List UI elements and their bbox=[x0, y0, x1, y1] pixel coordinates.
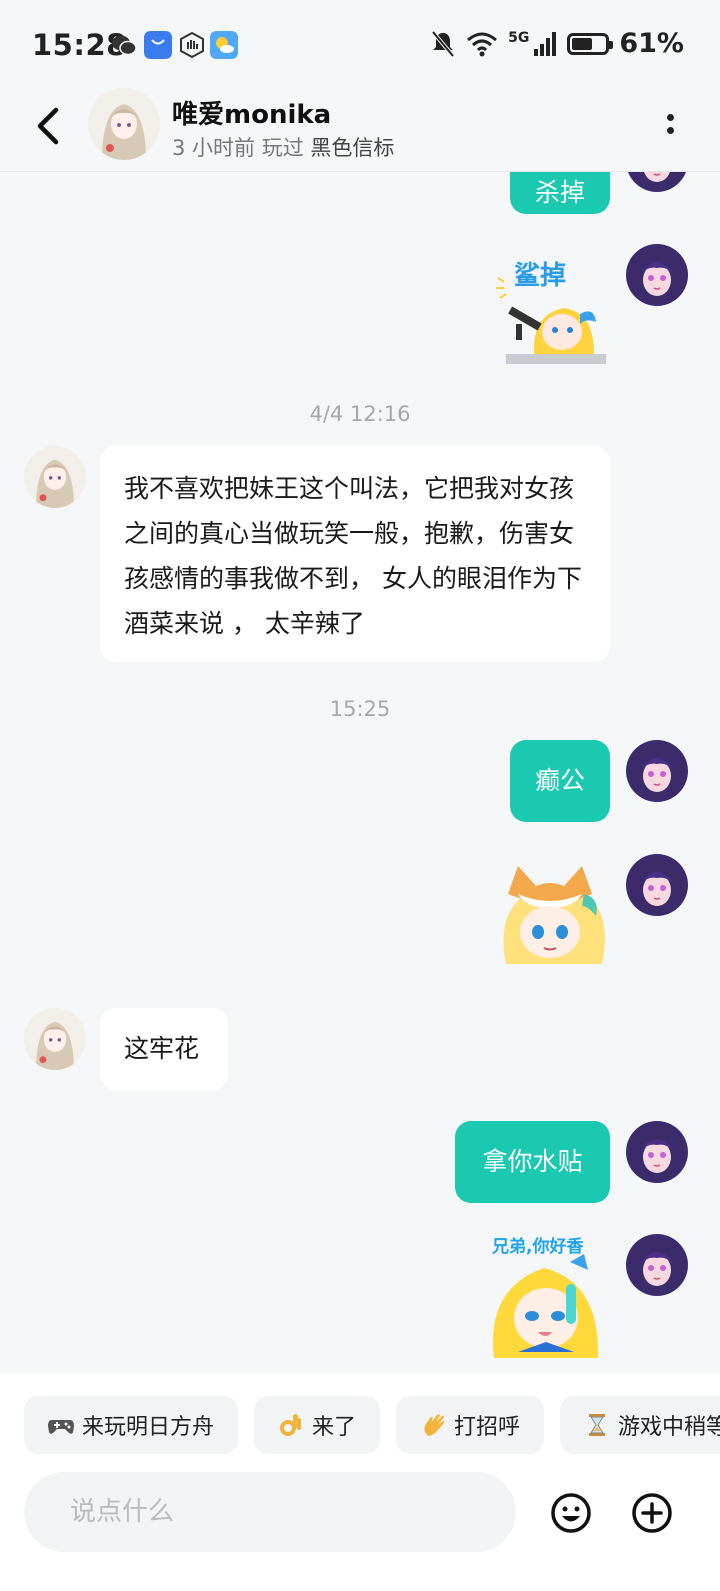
message-input[interactable] bbox=[70, 1497, 470, 1527]
chat-header: 唯爱monika 3 小时前 玩过 黑色信标 bbox=[0, 84, 720, 172]
battery-icon bbox=[567, 32, 614, 55]
contact-avatar[interactable] bbox=[24, 446, 86, 508]
mute-bell-icon bbox=[431, 30, 455, 57]
quick-reply-label: 来玩明日方舟 bbox=[82, 1415, 215, 1440]
dot-icon bbox=[666, 127, 674, 134]
my-avatar[interactable] bbox=[626, 1121, 688, 1183]
gamepad-icon bbox=[48, 1420, 74, 1434]
message-text: 杀掉 bbox=[534, 178, 585, 207]
purple-hair-girl-avatar-icon bbox=[626, 172, 688, 192]
last-played-time: 3 小时前 玩过 bbox=[172, 136, 304, 160]
anime-girl-avatar-icon bbox=[88, 88, 160, 160]
message-text: 拿你水贴 bbox=[482, 1147, 583, 1176]
emoji-icon[interactable] bbox=[550, 1492, 592, 1534]
network-label: 5G bbox=[508, 29, 530, 46]
purple-hair-girl-avatar-icon bbox=[626, 1234, 688, 1296]
contact-name: 唯爱monika bbox=[172, 100, 332, 130]
dot-icon bbox=[666, 114, 674, 121]
my-avatar[interactable] bbox=[626, 172, 688, 192]
quick-reply-label: 游戏中稍等 bbox=[618, 1415, 720, 1440]
weather-icon bbox=[210, 31, 238, 59]
battery-percent: 61% bbox=[619, 28, 684, 59]
purple-hair-girl-avatar-icon bbox=[626, 244, 688, 306]
quick-reply-chip[interactable]: 来玩明日方舟 bbox=[24, 1396, 239, 1454]
message-bubble-mine[interactable]: 杀掉 bbox=[510, 172, 610, 214]
back-arrow-icon[interactable] bbox=[28, 104, 72, 148]
message-bubble-theirs[interactable]: 我不喜欢把妹王这个叫法，它把我对女孩之间的真心当做玩笑一般，抱歉，伤害女孩感情的… bbox=[100, 446, 610, 662]
my-avatar[interactable] bbox=[626, 1234, 688, 1296]
purple-hair-girl-avatar-icon bbox=[626, 854, 688, 916]
contact-avatar[interactable] bbox=[88, 88, 160, 160]
status-right: 5G 61% bbox=[430, 28, 684, 59]
wifi-icon bbox=[467, 32, 498, 56]
chat-timestamp: 15:25 bbox=[329, 697, 391, 721]
chat-timestamp: 4/4 12:16 bbox=[309, 402, 411, 426]
message-bubble-mine[interactable]: 拿你水贴 bbox=[455, 1121, 610, 1203]
last-played-game[interactable]: 黑色信标 bbox=[310, 136, 394, 160]
anime-girl-avatar-icon bbox=[24, 1008, 86, 1070]
purple-hair-girl-avatar-icon bbox=[626, 740, 688, 802]
wave-icon bbox=[424, 1414, 445, 1436]
hand-shield-icon bbox=[180, 31, 204, 59]
quick-reply-chip[interactable]: 来了 bbox=[254, 1396, 381, 1454]
quick-reply-chip[interactable]: 打招呼 bbox=[396, 1396, 545, 1454]
status-bar: 15:28 5G 61% bbox=[0, 0, 720, 90]
message-bubble-theirs[interactable]: 这牢花 bbox=[100, 1008, 228, 1090]
hourglass-icon bbox=[589, 1414, 606, 1436]
message-text: 癫公 bbox=[534, 766, 585, 795]
signal-icon bbox=[534, 31, 557, 56]
contact-status: 3 小时前 玩过 黑色信标 bbox=[172, 132, 394, 162]
my-avatar[interactable] bbox=[626, 854, 688, 916]
sticker-shark-gun[interactable]: 鲨掉 bbox=[494, 254, 610, 364]
wechat-icon bbox=[112, 35, 137, 56]
sticker-brother-smell[interactable]: 兄弟,你好香 bbox=[488, 1232, 612, 1358]
my-avatar[interactable] bbox=[626, 244, 688, 306]
my-avatar[interactable] bbox=[626, 740, 688, 802]
message-text: 我不喜欢把妹王这个叫法，它把我对女孩之间的真心当做玩笑一般，抱歉，伤害女孩感情的… bbox=[124, 474, 582, 638]
contact-avatar[interactable] bbox=[24, 1008, 86, 1070]
anime-girl-avatar-icon bbox=[24, 446, 86, 508]
sticker-caption: 兄弟,你好香 bbox=[491, 1236, 583, 1257]
purple-hair-girl-avatar-icon bbox=[626, 1121, 688, 1183]
honor-store-icon bbox=[144, 31, 172, 59]
quick-reply-label: 打招呼 bbox=[454, 1415, 521, 1440]
message-bubble-mine[interactable]: 癫公 bbox=[510, 740, 610, 822]
sticker-caption: 鲨掉 bbox=[514, 261, 566, 291]
more-menu-button[interactable] bbox=[658, 108, 682, 148]
chat-messages[interactable]: 杀掉 鲨掉 4/4 12:16 我不喜欢把妹王这个叫法，它把我对女孩之间的真心当… bbox=[0, 172, 720, 1374]
add-attachment-icon[interactable] bbox=[631, 1492, 673, 1534]
quick-reply-chip[interactable]: 游戏中稍等 bbox=[560, 1396, 720, 1454]
sticker-shiba-hat-girl[interactable] bbox=[490, 854, 610, 974]
composer-area: 来玩明日方舟 来了 打招呼 游戏中稍等 bbox=[0, 1374, 720, 1591]
ok-hand-icon bbox=[280, 1414, 302, 1436]
message-text: 这牢花 bbox=[124, 1034, 200, 1063]
quick-reply-label: 来了 bbox=[312, 1415, 357, 1440]
quick-reply-list: 来玩明日方舟 来了 打招呼 游戏中稍等 bbox=[24, 1396, 720, 1454]
message-input-wrapper[interactable] bbox=[24, 1472, 516, 1552]
